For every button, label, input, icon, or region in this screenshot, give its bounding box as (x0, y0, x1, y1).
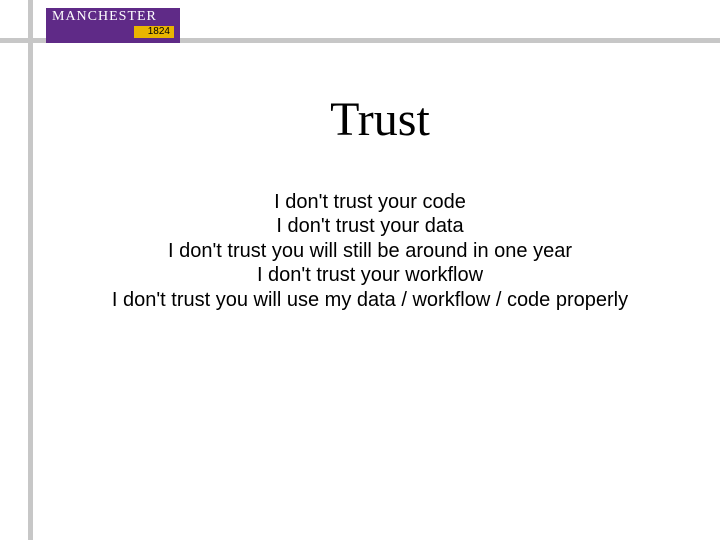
slide: MANCHESTER 1824 The University of Manche… (0, 0, 720, 540)
logo-subtext-line2: of Manchester (0, 2, 1, 92)
slide-body: I don't trust your code I don't trust yo… (60, 190, 680, 312)
body-line: I don't trust your data (60, 214, 680, 238)
slide-title: Trust (60, 92, 700, 147)
logo-name: MANCHESTER (52, 10, 174, 24)
university-logo: MANCHESTER 1824 (46, 8, 180, 43)
left-divider (28, 0, 33, 540)
logo-subtext: The University of Manchester (0, 2, 1, 92)
body-line: I don't trust your workflow (60, 263, 680, 287)
body-line: I don't trust you will use my data / wor… (60, 288, 680, 312)
logo-year: 1824 (134, 26, 174, 38)
body-line: I don't trust you will still be around i… (60, 239, 680, 263)
body-line: I don't trust your code (60, 190, 680, 214)
